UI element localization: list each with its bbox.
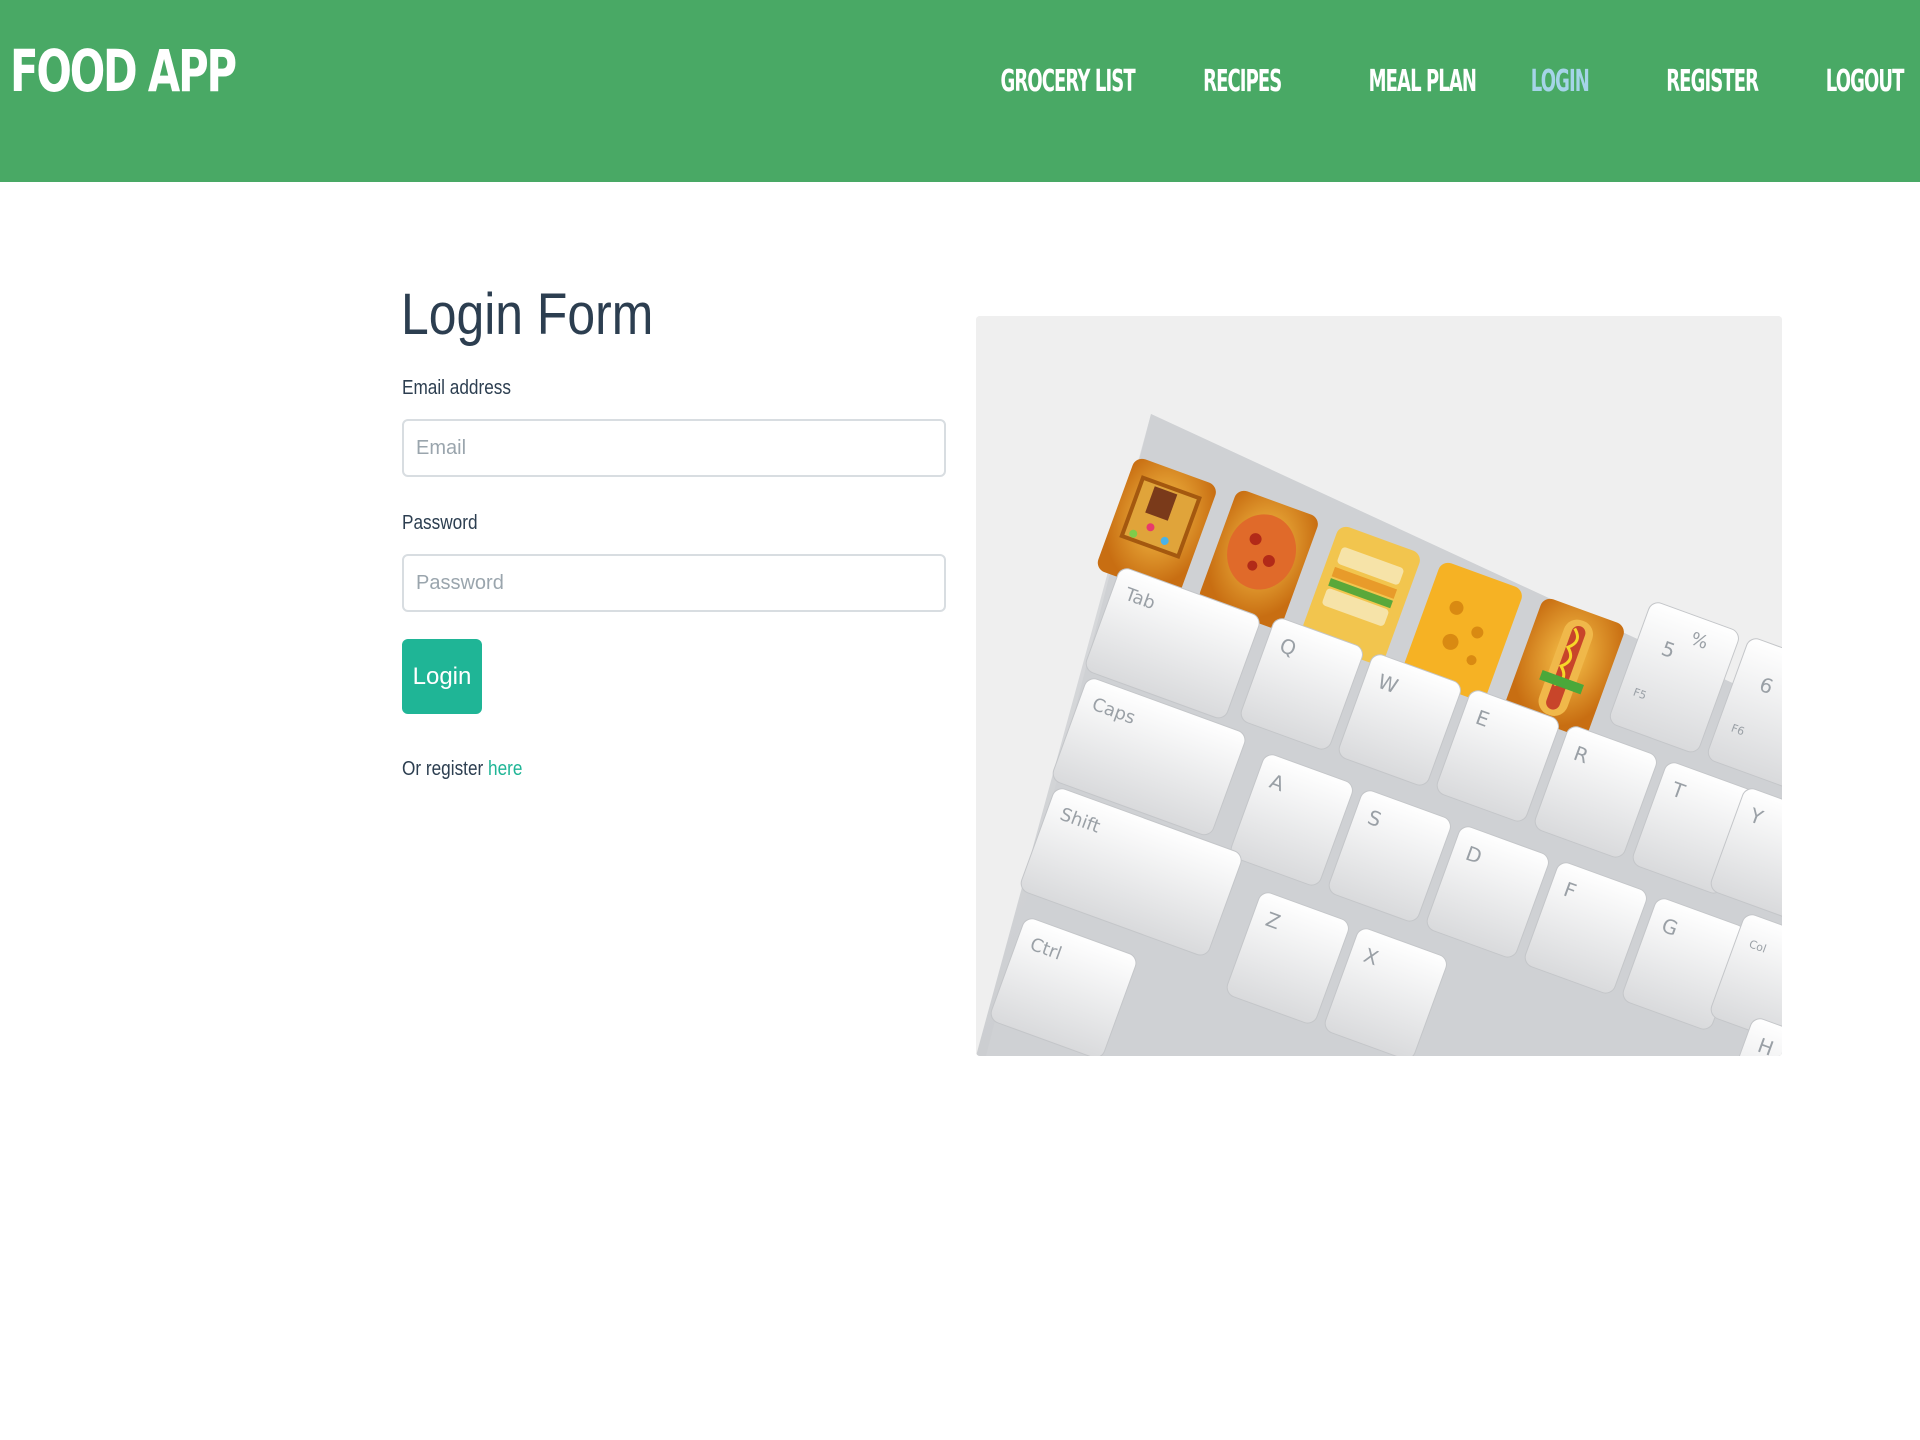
- nav-login[interactable]: LOGIN: [1531, 67, 1590, 97]
- brand-logo[interactable]: FOOD APP: [10, 42, 237, 100]
- page-title: Login Form: [401, 282, 654, 347]
- register-prompt: Or register here: [402, 758, 522, 781]
- password-field[interactable]: [402, 554, 946, 612]
- nav-register[interactable]: REGISTER: [1667, 67, 1760, 97]
- hero-image: Tab Q W E R T % 5 F5 6 F6 Caps A S D F G…: [976, 316, 1782, 1056]
- nav-logout[interactable]: LOGOUT: [1826, 67, 1905, 97]
- email-field[interactable]: [402, 419, 946, 477]
- register-link[interactable]: here: [488, 758, 522, 780]
- password-label: Password: [402, 512, 478, 534]
- register-prefix: Or register: [402, 758, 489, 780]
- email-label: Email address: [402, 377, 511, 399]
- top-navbar: FOOD APP GROCERY LIST RECIPES MEAL PLAN …: [0, 0, 1920, 182]
- login-button[interactable]: Login: [402, 639, 482, 714]
- nav-grocery-list[interactable]: GROCERY LIST: [1001, 67, 1136, 97]
- keyboard-food-keycaps-image: Tab Q W E R T % 5 F5 6 F6 Caps A S D F G…: [976, 316, 1782, 1056]
- nav-recipes[interactable]: RECIPES: [1203, 67, 1282, 97]
- nav-meal-plan[interactable]: MEAL PLAN: [1369, 67, 1477, 97]
- main-nav: GROCERY LIST RECIPES MEAL PLAN LOGIN REG…: [895, 67, 1905, 97]
